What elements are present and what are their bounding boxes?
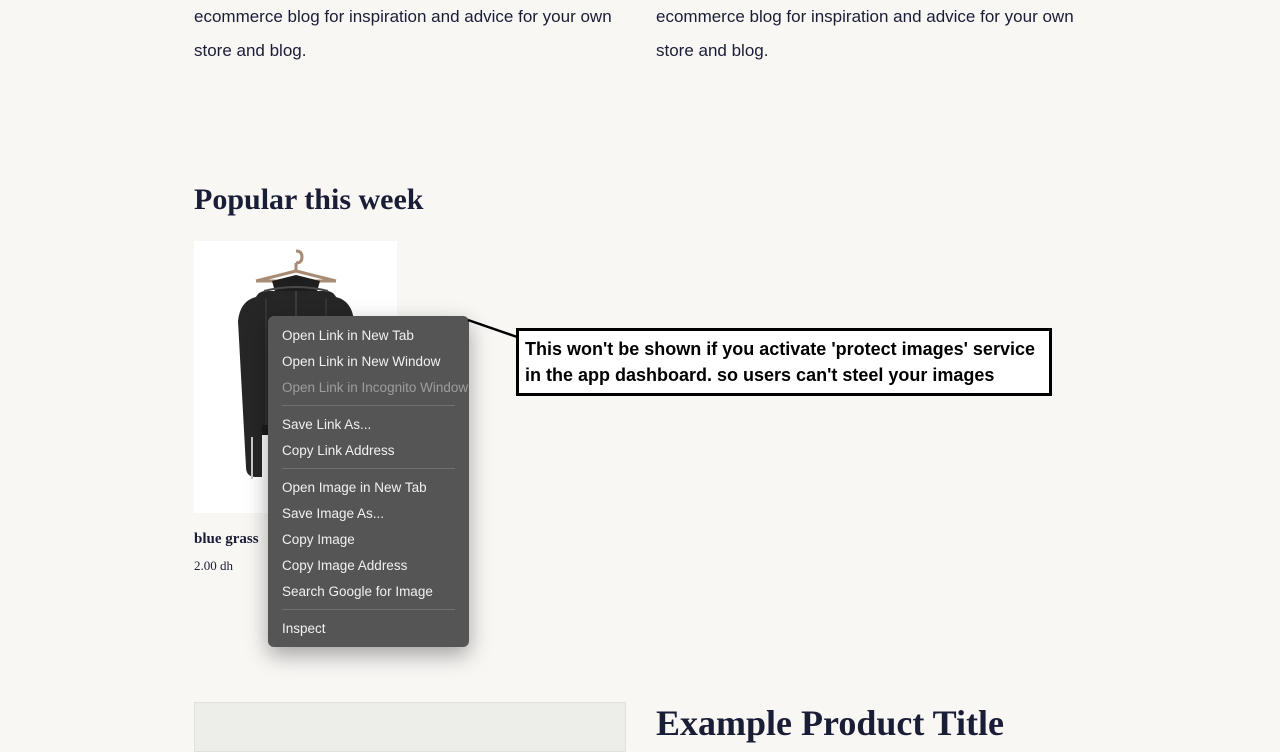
blog-blurb-left: ecommerce blog for inspiration and advic…: [194, 0, 624, 68]
ctx-copy-link-address[interactable]: Copy Link Address: [268, 437, 469, 463]
example-product-image[interactable]: [194, 702, 626, 752]
callout-note: This won't be shown if you activate 'pro…: [516, 328, 1052, 396]
section-heading-popular: Popular this week: [194, 183, 1086, 217]
ctx-open-link-new-window[interactable]: Open Link in New Window: [268, 348, 469, 374]
ctx-copy-image-address[interactable]: Copy Image Address: [268, 552, 469, 578]
ctx-open-link-new-tab[interactable]: Open Link in New Tab: [268, 322, 469, 348]
ctx-divider: [282, 405, 455, 406]
ctx-search-google-image[interactable]: Search Google for Image: [268, 578, 469, 604]
ctx-divider: [282, 609, 455, 610]
ctx-save-link-as[interactable]: Save Link As...: [268, 411, 469, 437]
ctx-open-image-new-tab[interactable]: Open Image in New Tab: [268, 474, 469, 500]
blog-blurb-right: ecommerce blog for inspiration and advic…: [656, 0, 1086, 68]
ctx-open-link-incognito: Open Link in Incognito Window: [268, 374, 469, 400]
example-product-title: Example Product Title: [656, 702, 1004, 752]
ctx-copy-image[interactable]: Copy Image: [268, 526, 469, 552]
context-menu: Open Link in New Tab Open Link in New Wi…: [268, 316, 469, 647]
ctx-save-image-as[interactable]: Save Image As...: [268, 500, 469, 526]
ctx-inspect[interactable]: Inspect: [268, 615, 469, 641]
ctx-divider: [282, 468, 455, 469]
